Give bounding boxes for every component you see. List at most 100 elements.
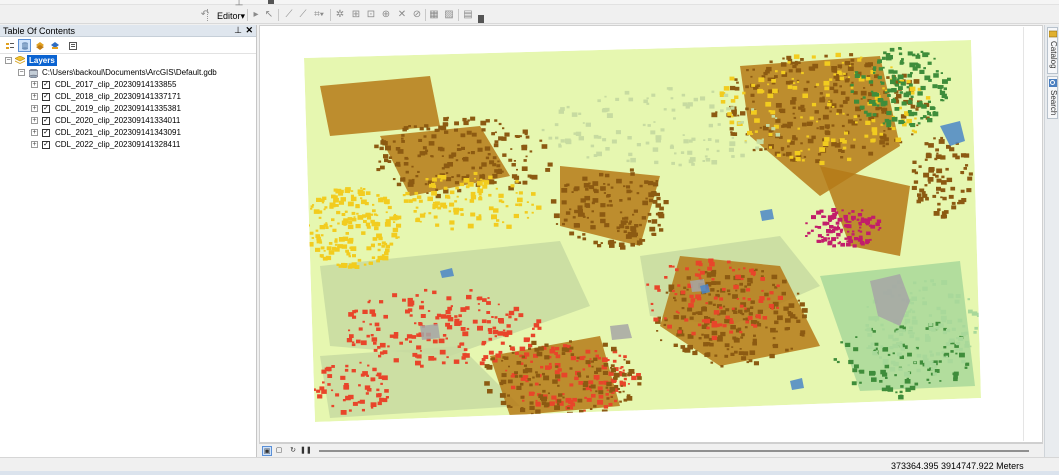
toc-options-button[interactable] — [66, 39, 79, 52]
expand-icon[interactable]: + — [31, 81, 38, 88]
forest-pixel — [869, 370, 875, 376]
crop-pixel — [606, 204, 610, 207]
crop-pixel — [729, 318, 733, 321]
cropland-raster-map[interactable] — [260, 26, 1042, 442]
crop-pixel — [351, 343, 356, 347]
layer-name[interactable]: CDL_2022_clip_202309141328411 — [55, 139, 180, 151]
layer-visibility-checkbox[interactable]: ✓ — [42, 141, 50, 149]
cut-polygon-icon[interactable]: ⊡ — [365, 8, 377, 22]
crop-pixel — [342, 399, 346, 402]
toc-toolbar — [0, 37, 256, 54]
layer-name[interactable]: CDL_2020_clip_202309141334011 — [55, 115, 180, 127]
crop-pixel — [569, 383, 574, 387]
horizontal-scrollbar[interactable] — [319, 450, 1029, 452]
layer-visibility-checkbox[interactable]: ✓ — [42, 93, 50, 101]
tree-root-layers[interactable]: − Layers — [0, 55, 257, 67]
toolbar-separator — [247, 9, 248, 21]
catalog-tab[interactable]: Catalog — [1047, 27, 1058, 74]
layer-row[interactable]: + ✓ CDL_2019_clip_202309141335381 — [0, 103, 257, 115]
create-features-icon[interactable]: ▤ — [462, 8, 474, 22]
toolbar-grip[interactable] — [207, 9, 210, 21]
crop-pixel — [626, 394, 631, 398]
list-by-selection-button[interactable] — [48, 39, 61, 52]
search-tab[interactable]: Search — [1047, 76, 1058, 119]
pin-icon[interactable]: ⊥ — [234, 25, 242, 36]
database-icon — [22, 42, 28, 50]
layers-label[interactable]: Layers — [27, 55, 57, 66]
layer-name[interactable]: CDL_2017_clip_20230914133855 — [55, 79, 176, 91]
forest-pixel — [905, 91, 911, 96]
expand-icon[interactable]: + — [31, 117, 38, 124]
crop-pixel — [544, 402, 550, 407]
layout-view-button[interactable]: ▢ — [274, 446, 284, 456]
layer-row[interactable]: + ✓ CDL_2021_clip_202309141343091 — [0, 127, 257, 139]
layer-row[interactable]: + ✓ CDL_2020_clip_202309141334011 — [0, 115, 257, 127]
pasture-pixel — [954, 299, 960, 304]
layer-name[interactable]: CDL_2019_clip_202309141335381 — [55, 103, 181, 115]
crop-pixel — [476, 139, 482, 144]
expand-icon[interactable]: + — [31, 129, 38, 136]
crop-pixel — [782, 153, 786, 156]
crop-pixel — [553, 213, 560, 219]
crop-pixel — [796, 81, 800, 83]
expand-icon[interactable]: + — [31, 141, 38, 148]
crop-pixel — [393, 332, 399, 336]
close-icon[interactable]: ✕ — [245, 25, 253, 36]
split-icon[interactable]: ✲ — [334, 8, 346, 22]
layer-row[interactable]: + ✓ CDL_2022_clip_202309141328411 — [0, 139, 257, 151]
crop-pixel — [417, 170, 420, 173]
toc-header: Table Of Contents ⊥ ✕ — [0, 25, 256, 37]
crop-pixel — [407, 297, 413, 303]
forest-pixel — [892, 97, 895, 100]
layer-visibility-checkbox[interactable]: ✓ — [42, 129, 50, 137]
refresh-icon[interactable]: ↻ — [288, 446, 298, 456]
pasture-pixel — [922, 354, 928, 359]
straight-segment-icon[interactable]: ⟋ — [283, 8, 295, 22]
layer-visibility-checkbox[interactable]: ✓ — [42, 105, 50, 113]
layer-row[interactable]: + ✓ CDL_2018_clip_202309141337171 — [0, 91, 257, 103]
expand-icon[interactable]: + — [31, 93, 38, 100]
snapping-icon[interactable]: ⊘ — [411, 8, 423, 22]
list-by-visibility-button[interactable] — [33, 39, 46, 52]
crop-pixel — [685, 267, 689, 271]
rotate-icon[interactable]: ✕ — [396, 8, 408, 22]
data-view-button[interactable]: ▣ — [262, 446, 272, 456]
crop-pixel — [406, 157, 409, 160]
layer-row[interactable]: + ✓ CDL_2017_clip_20230914133855 — [0, 79, 257, 91]
crop-pixel — [325, 222, 328, 224]
crop-pixel — [501, 200, 505, 204]
play-icon[interactable]: ▸ — [250, 8, 262, 22]
attributes-icon[interactable]: ▦ — [428, 8, 440, 22]
crop-pixel — [668, 284, 675, 290]
grassland-pixel — [740, 121, 744, 124]
crop-pixel — [809, 66, 816, 71]
crop-pixel — [451, 153, 456, 157]
trace-icon[interactable]: ⟋ — [297, 8, 309, 22]
tree-workspace[interactable]: − C:\Users\backoul\Documents\ArcGIS\Defa… — [0, 67, 257, 79]
construction-tools-icon[interactable]: ⌗▾ — [311, 8, 327, 22]
taskbar-strip — [0, 471, 1059, 475]
edit-tool-icon[interactable]: ↖ — [263, 8, 275, 22]
crop-pixel — [487, 297, 490, 299]
reshape-icon[interactable]: ⊞ — [350, 8, 362, 22]
list-by-source-button[interactable] — [18, 39, 31, 52]
map-view[interactable] — [259, 25, 1043, 443]
toolbar-overflow-handle[interactable] — [478, 15, 484, 23]
grassland-pixel — [663, 108, 667, 111]
sketch-properties-icon[interactable]: ▨ — [443, 8, 455, 22]
collapse-icon[interactable]: − — [18, 69, 25, 76]
layer-name[interactable]: CDL_2021_clip_202309141343091 — [55, 127, 181, 139]
layer-visibility-checkbox[interactable]: ✓ — [42, 81, 50, 89]
layer-name[interactable]: CDL_2018_clip_202309141337171 — [55, 91, 181, 103]
crop-pixel — [439, 127, 442, 130]
split-line-icon[interactable]: ⊕ — [380, 8, 392, 22]
pause-drawing-icon[interactable]: ❚❚ — [300, 446, 312, 456]
expand-icon[interactable]: + — [31, 105, 38, 112]
crop-pixel — [488, 337, 493, 341]
crop-pixel — [555, 365, 559, 368]
collapse-icon[interactable]: − — [5, 57, 12, 64]
toolbar-overflow-handle-top[interactable] — [268, 0, 274, 4]
editor-menu-button[interactable]: Editor▾ — [213, 9, 249, 22]
layer-visibility-checkbox[interactable]: ✓ — [42, 117, 50, 125]
list-by-drawing-order-button[interactable] — [3, 39, 16, 52]
